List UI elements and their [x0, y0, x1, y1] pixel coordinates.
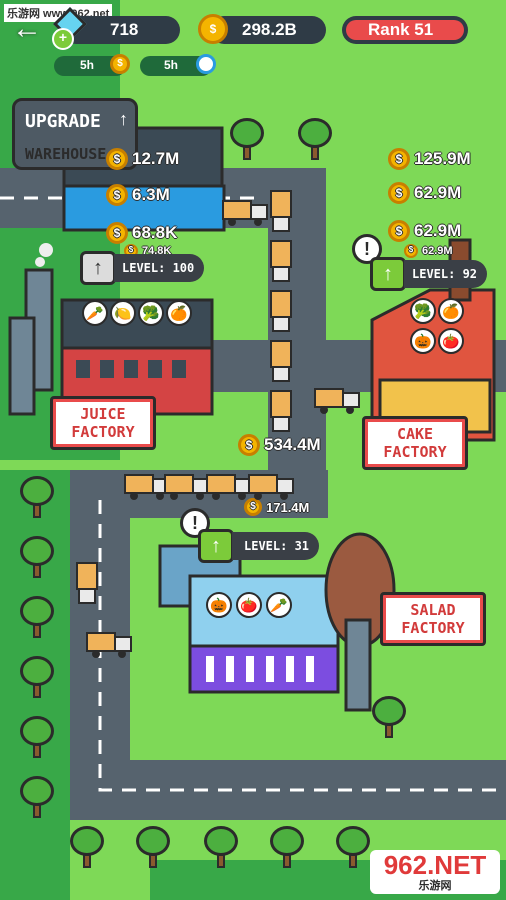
truck — [270, 240, 292, 284]
salad-item-2: 🍅 — [236, 592, 262, 618]
juice-level-button[interactable]: ↑ LEVEL: 100 — [80, 251, 205, 285]
juice-item-2: 🍋 — [110, 300, 136, 326]
gems-counter: + 718 — [52, 7, 180, 50]
tree — [204, 826, 238, 870]
juice-item-4: 🍊 — [166, 300, 192, 326]
cake-item-1: 🥦 — [410, 298, 436, 324]
add-gems-button[interactable]: + — [52, 28, 74, 50]
boost-coin-time: 5h — [80, 58, 95, 72]
upgrade-arrow-icon: ↑ — [80, 251, 116, 285]
warehouse-amount-2: $6.3M — [106, 184, 170, 206]
salad-sign-line2: FACTORY — [401, 619, 465, 637]
warehouse-label: WAREHOUSE — [25, 145, 107, 163]
warehouse-amount-3: $68.8K — [106, 222, 177, 244]
upgrade-arrow-icon: ↑ — [198, 529, 234, 563]
juice-item-1: 🥕 — [82, 300, 108, 326]
juice-factory-sign[interactable]: JUICE FACTORY — [50, 396, 156, 450]
watermark-sub: 乐游网 — [418, 880, 452, 892]
tree — [136, 826, 170, 870]
coin-icon: $ — [388, 182, 410, 204]
salad-factory-sign[interactable]: SALAD FACTORY — [380, 592, 486, 646]
tree — [230, 118, 264, 162]
tree — [372, 696, 406, 740]
tree — [20, 716, 54, 760]
cake-item-3: 🎃 — [410, 328, 436, 354]
back-button[interactable]: ← — [12, 14, 46, 46]
tree — [298, 118, 332, 162]
upgrade-arrow-icon: ↑ — [370, 257, 406, 291]
tree — [20, 656, 54, 700]
cake-item-4: 🍅 — [438, 328, 464, 354]
coin-icon: $ — [404, 244, 418, 258]
upgrade-label: UPGRADE — [25, 111, 101, 132]
coin-icon: $ — [106, 148, 128, 170]
coin-icon: $ — [106, 222, 128, 244]
boost-speed-time: 5h — [164, 58, 179, 72]
salad-level-button[interactable]: ↑ LEVEL: 31 — [198, 529, 320, 563]
truck — [270, 190, 292, 234]
watermark-logo: 962.NET 乐游网 — [370, 850, 500, 894]
tree — [20, 596, 54, 640]
coins-counter: $ 298.2B — [198, 14, 326, 44]
cake-level: LEVEL: 92 — [404, 260, 488, 288]
watermark-main: 962.NET — [383, 850, 487, 880]
tree — [20, 476, 54, 520]
boost-coin-icon: $ — [110, 54, 130, 74]
coin-icon: $ — [244, 498, 262, 516]
truck — [76, 562, 98, 606]
boost-speed-timer[interactable]: 5h — [140, 54, 216, 76]
coin-icon: $ — [198, 14, 228, 44]
cake-amount-4: $62.9M — [404, 244, 453, 258]
gems-value: 718 — [110, 20, 139, 39]
tree — [20, 536, 54, 580]
truck — [164, 470, 210, 500]
cake-sign-line2: FACTORY — [383, 443, 447, 461]
truck — [86, 628, 132, 658]
cake-level-button[interactable]: ↑ LEVEL: 92 — [370, 257, 488, 291]
cake-factory-sign[interactable]: CAKE FACTORY — [362, 416, 468, 470]
tree — [20, 776, 54, 820]
truck — [314, 384, 360, 414]
cake-amount-3: $62.9M — [388, 220, 461, 242]
stopwatch-icon — [196, 54, 216, 74]
juice-level: LEVEL: 100 — [114, 254, 205, 282]
salad-item-1: 🎃 — [206, 592, 232, 618]
tree — [270, 826, 304, 870]
coin-icon: $ — [388, 148, 410, 170]
truck — [270, 290, 292, 334]
coins-value: 298.2B — [242, 20, 297, 39]
truck — [222, 196, 268, 226]
road-amount-2: $171.4M — [244, 498, 309, 516]
salad-item-3: 🥕 — [266, 592, 292, 618]
boost-coin-timer[interactable]: 5h $ — [54, 54, 130, 76]
cake-item-2: 🍊 — [438, 298, 464, 324]
tree — [70, 826, 104, 870]
back-arrow-icon: ← — [12, 12, 42, 45]
truck — [248, 470, 294, 500]
cake-amount-1: $125.9M — [388, 148, 471, 170]
rank-label: Rank 51 — [368, 20, 434, 39]
warehouse-amount-1: $12.7M — [106, 148, 179, 170]
coin-icon: $ — [106, 184, 128, 206]
road-amount-1: $534.4M — [238, 434, 321, 456]
juice-sign-line2: FACTORY — [71, 423, 135, 441]
truck — [206, 470, 252, 500]
truck — [270, 340, 292, 384]
coin-icon: $ — [388, 220, 410, 242]
juice-item-3: 🥦 — [138, 300, 164, 326]
rank-badge[interactable]: Rank 51 — [342, 16, 468, 44]
tree — [336, 826, 370, 870]
salad-level: LEVEL: 31 — [232, 532, 320, 560]
salad-sign-line1: SALAD — [410, 601, 456, 619]
cake-sign-line1: CAKE — [396, 425, 434, 443]
cake-amount-2: $62.9M — [388, 182, 461, 204]
upgrade-arrow-icon: ↑ — [119, 109, 128, 129]
coin-icon: $ — [238, 434, 260, 456]
juice-sign-line1: JUICE — [80, 405, 126, 423]
truck — [270, 390, 292, 434]
